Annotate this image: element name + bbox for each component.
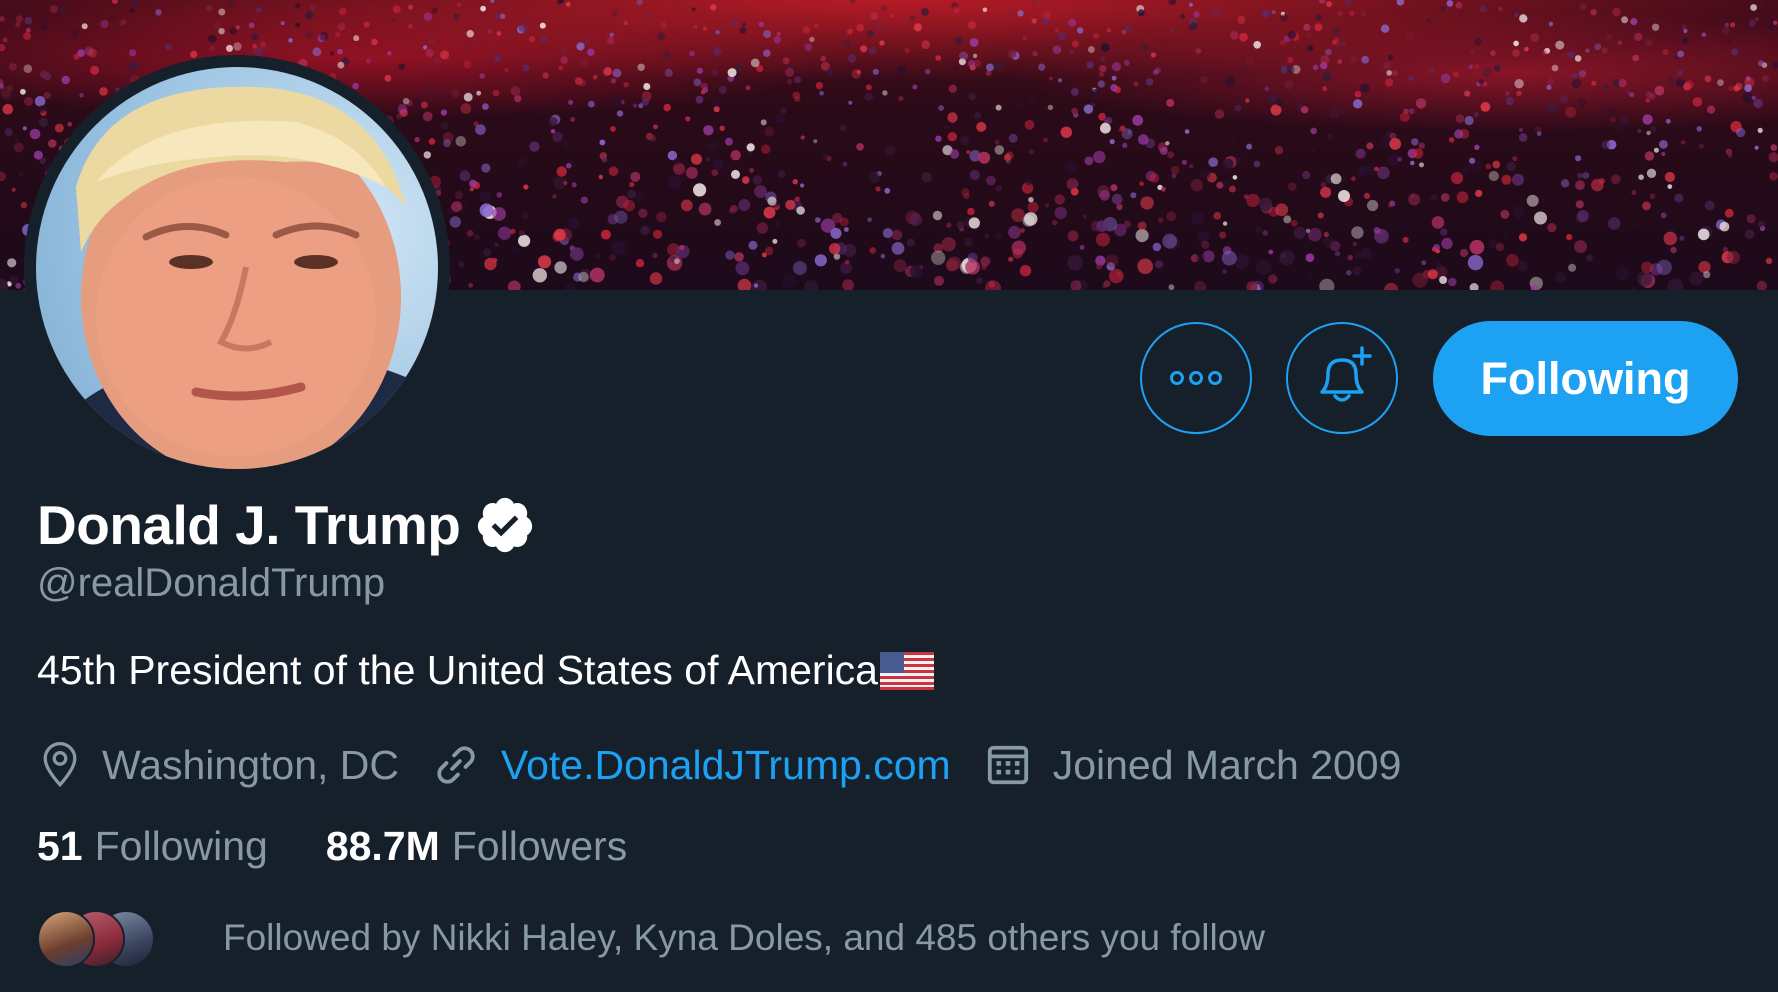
joined-item: Joined March 2009 — [985, 741, 1402, 789]
link-icon — [437, 746, 475, 784]
following-count: 51 — [37, 823, 83, 869]
website-item: Vote.DonaldJTrump.com — [433, 742, 951, 789]
following-button-label: Following — [1480, 352, 1691, 404]
location-pin-icon — [43, 742, 77, 788]
display-name: Donald J. Trump — [37, 494, 461, 556]
more-options-button[interactable] — [1140, 322, 1252, 434]
calendar-icon — [987, 745, 1028, 785]
verified-badge-icon — [478, 497, 533, 553]
following-count-link[interactable]: 51 Following — [37, 823, 268, 870]
profile-page: Following Donald J. Trump @realDonaldTru… — [0, 0, 1778, 992]
following-label: Following — [94, 823, 268, 869]
follow-stats: 51 Following 88.7M Followers — [37, 823, 685, 870]
bell-plus-icon — [1320, 346, 1372, 402]
following-button[interactable]: Following — [1433, 321, 1738, 436]
notifications-button[interactable] — [1286, 322, 1398, 434]
us-flag-icon — [879, 651, 934, 690]
followed-by-text: Followed by Nikki Haley, Kyna Doles, and… — [223, 917, 1265, 958]
profile-avatar[interactable] — [36, 67, 438, 469]
joined-text: Joined March 2009 — [1052, 741, 1402, 788]
profile-name: Donald J. Trump — [37, 490, 536, 560]
avatar — [37, 910, 95, 968]
location-item: Washington, DC — [40, 742, 399, 789]
website-link[interactable]: Vote.DonaldJTrump.com — [501, 742, 951, 789]
followed-by-link[interactable]: Followed by Nikki Haley, Kyna Doles, and… — [37, 906, 1265, 970]
followers-label: Followers — [451, 823, 628, 869]
location-text: Washington, DC — [102, 741, 399, 788]
profile-meta: Washington, DC Vote.DonaldJTrump.com Joi… — [40, 735, 1435, 795]
followers-count-link[interactable]: 88.7M Followers — [326, 823, 627, 870]
more-horizontal-icon — [1170, 371, 1222, 385]
followers-you-know-avatars — [37, 908, 157, 968]
avatar-portrait — [46, 86, 438, 469]
profile-handle: @realDonaldTrump — [37, 561, 386, 605]
profile-bio: 45th President of the United States of A… — [37, 647, 934, 694]
followers-count: 88.7M — [325, 823, 440, 869]
bio-text: 45th President of the United States of A… — [37, 647, 878, 693]
